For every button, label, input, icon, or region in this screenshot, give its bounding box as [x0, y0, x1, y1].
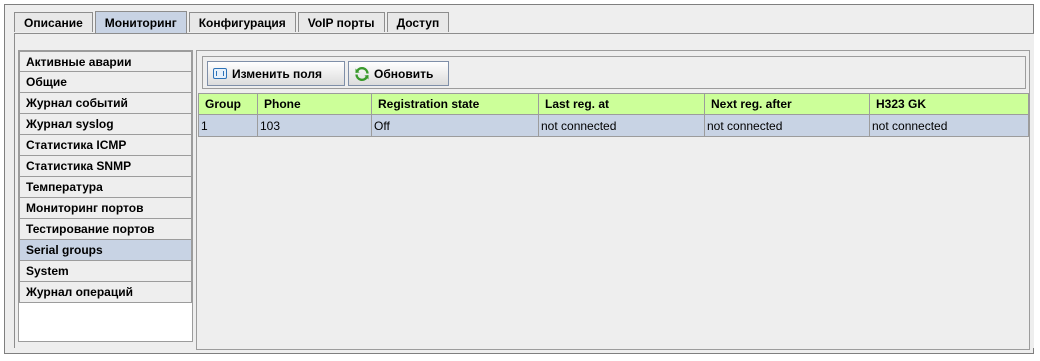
cell-phone: 103: [257, 114, 372, 137]
column-header-registration-state[interactable]: Registration state: [371, 93, 539, 115]
toolbar: Изменить поля Обновить: [202, 56, 1026, 89]
menu-item-port-monitoring[interactable]: Мониторинг портов: [19, 198, 192, 219]
menu-item-operations-log[interactable]: Журнал операций: [19, 282, 192, 303]
menu-item-active-alarms[interactable]: Активные аварии: [19, 51, 192, 72]
column-header-last-reg-at[interactable]: Last reg. at: [538, 93, 705, 115]
change-fields-button[interactable]: Изменить поля: [207, 61, 345, 86]
table-header-row: Group Phone Registration state Last reg.…: [198, 93, 1029, 115]
cell-last-reg-at: not connected: [538, 114, 705, 137]
menu-item-snmp-stats[interactable]: Статистика SNMP: [19, 156, 192, 177]
refresh-label: Обновить: [374, 66, 434, 81]
tab-configuration[interactable]: Конфигурация: [188, 12, 296, 32]
monitoring-menu: Активные аварии Общие Журнал событий Жур…: [18, 50, 193, 342]
refresh-icon: [355, 66, 369, 81]
fields-icon: [213, 68, 227, 79]
column-header-phone[interactable]: Phone: [257, 93, 372, 115]
cell-registration-state: Off: [371, 114, 539, 137]
column-header-h323-gk[interactable]: H323 GK: [869, 93, 1029, 115]
tab-voip-ports[interactable]: VoIP порты: [297, 12, 385, 32]
column-header-next-reg-after[interactable]: Next reg. after: [704, 93, 870, 115]
menu-item-serial-groups[interactable]: Serial groups: [19, 240, 192, 261]
menu-item-system[interactable]: System: [19, 261, 192, 282]
serial-groups-table-area: Group Phone Registration state Last reg.…: [198, 93, 1029, 348]
menu-item-general[interactable]: Общие: [19, 72, 192, 93]
refresh-button[interactable]: Обновить: [348, 61, 449, 86]
menu-item-event-log[interactable]: Журнал событий: [19, 93, 192, 114]
tab-monitoring[interactable]: Мониторинг: [94, 11, 187, 33]
tab-access[interactable]: Доступ: [386, 12, 450, 32]
change-fields-label: Изменить поля: [232, 66, 322, 81]
tab-description[interactable]: Описание: [14, 12, 93, 32]
menu-item-syslog[interactable]: Журнал syslog: [19, 114, 192, 135]
cell-group: 1: [198, 114, 258, 137]
cell-next-reg-after: not connected: [704, 114, 870, 137]
serial-groups-panel: Изменить поля Обновить Group Phone Regis…: [196, 50, 1030, 350]
tab-bar: Описание Мониторинг Конфигурация VoIP по…: [14, 11, 451, 33]
cell-h323-gk: not connected: [869, 114, 1029, 137]
menu-item-port-testing[interactable]: Тестирование портов: [19, 219, 192, 240]
table-row[interactable]: 1 103 Off not connected not connected no…: [198, 114, 1029, 137]
serial-groups-table: Group Phone Registration state Last reg.…: [198, 93, 1029, 137]
menu-item-temperature[interactable]: Температура: [19, 177, 192, 198]
column-header-group[interactable]: Group: [198, 93, 258, 115]
menu-item-icmp-stats[interactable]: Статистика ICMP: [19, 135, 192, 156]
